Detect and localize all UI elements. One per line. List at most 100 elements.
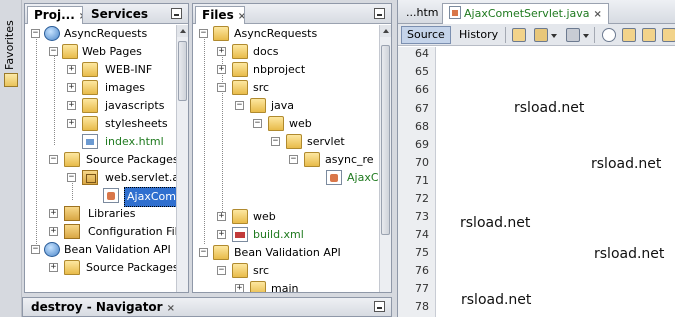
toggle-highlight-icon[interactable] — [662, 28, 675, 42]
tab-projects[interactable]: Proj... × — [27, 6, 83, 24]
collapse-icon[interactable]: − — [271, 137, 280, 146]
collapse-icon[interactable]: − — [199, 29, 208, 38]
files-item-label: async_re — [325, 153, 374, 166]
folder-icon — [213, 26, 229, 41]
line-number: 73 — [415, 210, 429, 223]
line-number: 71 — [415, 174, 429, 187]
tree-item-libraries[interactable]: + Libraries — [25, 205, 176, 223]
tab-services[interactable]: Services — [85, 6, 154, 24]
expand-icon[interactable]: + — [67, 119, 76, 128]
collapse-icon[interactable]: − — [217, 83, 226, 92]
close-icon[interactable]: × — [594, 9, 602, 20]
tree-item-javascripts[interactable]: + javascripts — [25, 97, 176, 115]
navigator-title: destroy - Navigator — [31, 300, 163, 314]
expand-icon[interactable]: + — [67, 83, 76, 92]
minimize-icon[interactable] — [171, 8, 182, 19]
chevron-down-icon[interactable] — [551, 34, 557, 38]
tab-ajaxcometservlet[interactable]: AjaxCometServlet.java × — [442, 3, 609, 24]
expand-icon[interactable]: + — [67, 101, 76, 110]
collapse-icon[interactable]: − — [217, 266, 226, 275]
close-icon[interactable]: × — [167, 303, 175, 314]
line-number: 74 — [415, 228, 429, 241]
tree-item-bean-validation[interactable]: − Bean Validation API — [25, 241, 176, 259]
tree-item-source-packages[interactable]: − Source Packages — [25, 151, 176, 169]
history-button[interactable]: History — [453, 26, 504, 44]
find-previous-icon[interactable] — [622, 28, 636, 42]
tree-item-web-inf[interactable]: + WEB-INF — [25, 61, 176, 79]
find-next-icon[interactable] — [642, 28, 656, 42]
tree-item-configuration[interactable]: + Configuration File — [25, 223, 176, 241]
tab-files[interactable]: Files × — [195, 6, 245, 24]
xml-file-icon — [232, 227, 248, 242]
expand-icon[interactable]: + — [67, 65, 76, 74]
minimize-icon[interactable] — [374, 301, 385, 312]
minimize-icon[interactable] — [374, 8, 385, 19]
tree-item-asyncrequests[interactable]: − AsyncRequests — [25, 25, 176, 43]
expand-icon[interactable]: + — [217, 47, 226, 56]
scroll-up-icon[interactable] — [380, 25, 391, 37]
projects-scrollbar[interactable] — [176, 25, 188, 292]
tree-item-ajaxcomet[interactable]: AjaxCom — [25, 187, 176, 207]
projects-tree: − AsyncRequests − Web Pages + WEB-INF + … — [25, 25, 176, 292]
line-number: 64 — [415, 47, 429, 60]
files-item-label: nbproject — [253, 63, 306, 76]
folder-icon — [213, 245, 229, 260]
expand-icon[interactable]: + — [217, 230, 226, 239]
close-icon[interactable]: × — [79, 11, 82, 22]
bookmark-icon[interactable] — [566, 28, 580, 42]
tab-navigator[interactable]: destroy - Navigator × — [25, 299, 181, 317]
tree-item-index-html[interactable]: index.html — [25, 133, 176, 151]
favorites-strip: Favorites — [0, 0, 22, 317]
expand-icon[interactable]: + — [217, 65, 226, 74]
expand-icon[interactable]: + — [49, 227, 58, 236]
collapse-icon[interactable]: − — [31, 29, 40, 38]
chevron-down-icon[interactable] — [583, 34, 589, 38]
tab-services-label: Services — [91, 7, 149, 21]
forward-icon[interactable] — [534, 28, 548, 42]
files-item-label: docs — [253, 45, 279, 58]
folder-icon — [250, 98, 266, 113]
back-icon[interactable] — [512, 28, 526, 42]
folder-icon — [82, 116, 98, 131]
tree-item-source-packages-2[interactable]: + Source Packages — [25, 259, 176, 277]
line-number: 65 — [415, 65, 429, 78]
line-number-gutter: 64 65 66 67 68 69 70 71 72 73 74 75 76 7… — [398, 47, 436, 317]
favorites-icon[interactable] — [4, 73, 18, 87]
package-icon — [82, 170, 98, 185]
tree-item-stylesheets[interactable]: + stylesheets — [25, 115, 176, 133]
collapse-icon[interactable]: − — [253, 119, 262, 128]
collapse-icon[interactable]: − — [49, 47, 58, 56]
scroll-thumb[interactable] — [178, 41, 187, 101]
tab-html-file[interactable]: ...htm — [400, 3, 445, 24]
collapse-icon[interactable]: − — [199, 248, 208, 257]
search-icon[interactable] — [602, 28, 616, 42]
tree-item-package[interactable]: − web.servlet.a — [25, 169, 176, 187]
watermark-text: rsload.net — [591, 156, 662, 172]
tab-files-label: Files — [202, 8, 234, 22]
folder-icon — [64, 152, 80, 167]
expand-icon[interactable]: + — [49, 209, 58, 218]
tree-item-web-pages[interactable]: − Web Pages — [25, 43, 176, 61]
favorites-tab[interactable]: Favorites — [3, 8, 17, 70]
tree-item-label: Source Packages — [86, 153, 176, 166]
files-item-label: servlet — [307, 135, 345, 148]
collapse-icon[interactable]: − — [31, 245, 40, 254]
files-scrollbar[interactable] — [379, 25, 391, 292]
scroll-thumb[interactable] — [381, 45, 390, 235]
scroll-up-icon[interactable] — [177, 25, 188, 37]
expand-icon[interactable]: + — [217, 212, 226, 221]
source-button[interactable]: Source — [401, 26, 451, 44]
expand-icon[interactable]: + — [49, 263, 58, 272]
collapse-icon[interactable]: − — [235, 101, 244, 110]
project-icon — [44, 242, 60, 257]
tree-item-images[interactable]: + images — [25, 79, 176, 97]
collapse-icon[interactable]: − — [49, 155, 58, 164]
collapse-icon[interactable]: − — [289, 155, 298, 164]
tab-projects-label: Proj... — [34, 8, 75, 22]
expand-icon[interactable]: + — [235, 284, 244, 292]
folder-icon — [82, 80, 98, 95]
files-tabbar: Files × — [193, 4, 391, 24]
collapse-icon[interactable]: − — [67, 173, 76, 182]
close-icon[interactable]: × — [238, 11, 244, 22]
folder-icon — [232, 209, 248, 224]
